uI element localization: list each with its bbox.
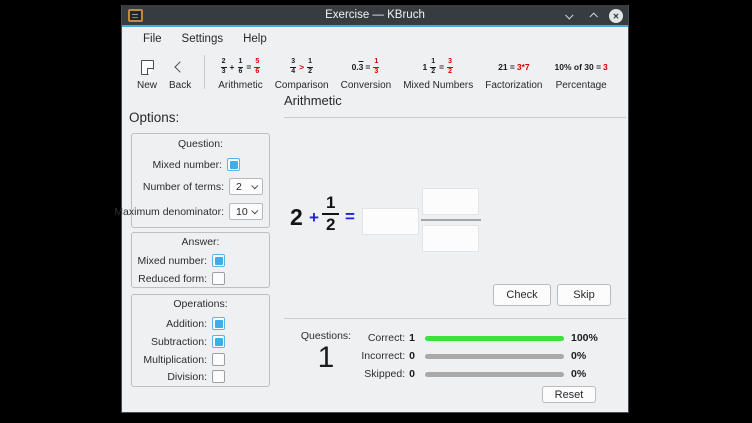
answer-fraction-bar — [421, 219, 481, 221]
toolbar-separator — [204, 55, 205, 89]
question-operator: + — [309, 208, 319, 228]
conversion-expression-icon: 0.3 = 13 — [352, 58, 381, 75]
kbruch-blackboard-icon — [128, 9, 143, 22]
incorrect-count: 0 — [409, 350, 415, 362]
correct-count: 1 — [409, 332, 415, 344]
mode-conversion-label: Conversion — [341, 80, 392, 91]
answer-numerator-input[interactable] — [422, 188, 479, 215]
question-whole-number: 2 — [290, 204, 303, 231]
question-fraction: 1 2 — [322, 193, 339, 234]
factorization-expression-icon: 21 = 3*7 — [498, 62, 530, 72]
maximum-denominator-select[interactable]: 10 — [229, 203, 263, 220]
menubar: File Settings Help — [122, 29, 628, 49]
mode-conversion-button[interactable]: 0.3 = 13 Conversion — [335, 49, 398, 95]
reduced-form-checkbox[interactable] — [212, 272, 225, 285]
mode-mixed-numbers-label: Mixed Numbers — [403, 80, 473, 91]
division-label: Division: — [167, 371, 207, 383]
reset-button[interactable]: Reset — [542, 386, 596, 403]
maximize-button[interactable] — [586, 9, 600, 23]
question-mixed-number-label: Mixed number: — [153, 159, 222, 171]
addition-label: Addition: — [166, 318, 207, 330]
subtraction-checkbox[interactable] — [212, 335, 225, 348]
correct-label: Correct: — [368, 332, 405, 344]
question-equals: = — [345, 207, 355, 227]
menu-help[interactable]: Help — [233, 31, 277, 47]
maximum-denominator-label: Maximum denominator: — [114, 206, 224, 218]
answer-mixed-number-label: Mixed number: — [138, 255, 207, 267]
check-button[interactable]: Check — [493, 284, 551, 306]
new-button[interactable]: New — [131, 49, 163, 95]
skip-button[interactable]: Skip — [557, 284, 611, 306]
incorrect-percent: 0% — [571, 350, 586, 362]
correct-percent: 100% — [571, 332, 598, 344]
answer-denominator-input[interactable] — [422, 225, 479, 252]
minimize-button[interactable] — [563, 9, 577, 23]
answer-mixed-number-checkbox[interactable] — [212, 254, 225, 267]
question-group-title: Question: — [132, 138, 269, 150]
number-of-terms-label: Number of terms: — [143, 181, 224, 193]
arithmetic-expression-icon: 23 + 16 = 56 — [220, 58, 262, 75]
skipped-label: Skipped: — [364, 368, 405, 380]
correct-progress-bar — [425, 336, 564, 341]
multiplication-checkbox[interactable] — [212, 353, 225, 366]
answer-group-title: Answer: — [132, 236, 269, 248]
question-denominator: 2 — [322, 213, 339, 235]
correct-stat-line: Correct: 1 — [284, 332, 415, 344]
menu-file[interactable]: File — [133, 31, 172, 47]
question-numerator: 1 — [322, 193, 339, 213]
incorrect-label: Incorrect: — [361, 350, 405, 362]
skipped-stat-line: Skipped: 0 — [284, 368, 415, 380]
operations-group-title: Operations: — [132, 298, 269, 310]
mode-comparison-button[interactable]: 34 > 12 Comparison — [269, 49, 335, 95]
mode-mixed-numbers-button[interactable]: 1 12 = 32 Mixed Numbers — [397, 49, 479, 95]
addition-checkbox[interactable] — [212, 317, 225, 330]
incorrect-progress-bar — [425, 354, 564, 359]
chevron-down-icon — [251, 182, 258, 189]
back-label: Back — [169, 80, 191, 91]
comparison-expression-icon: 34 > 12 — [289, 58, 314, 75]
mode-arithmetic-label: Arithmetic — [218, 80, 262, 91]
skipped-progress-bar — [425, 372, 564, 377]
question-mixed-number-checkbox[interactable] — [227, 158, 240, 171]
correct-progress-fill — [425, 336, 564, 341]
chevron-up-icon — [589, 12, 597, 20]
mode-percentage-label: Percentage — [556, 80, 607, 91]
new-label: New — [137, 80, 157, 91]
titlebar[interactable]: Exercise — KBruch ✕ — [122, 5, 628, 27]
question-groupbox: Question: Mixed number: Number of terms:… — [131, 133, 270, 228]
skipped-percent: 0% — [571, 368, 586, 380]
menu-settings[interactable]: Settings — [172, 31, 234, 47]
reduced-form-label: Reduced form: — [138, 273, 207, 285]
window-title: Exercise — KBruch — [122, 9, 628, 21]
chevron-down-icon — [565, 11, 573, 19]
multiplication-label: Multiplication: — [143, 354, 207, 366]
mode-percentage-button[interactable]: 10% of 30 = 3 Percentage — [549, 49, 614, 95]
number-of-terms-select[interactable]: 2 — [229, 178, 263, 195]
answer-groupbox: Answer: Mixed number: Reduced form: — [131, 232, 270, 288]
skipped-count: 0 — [409, 368, 415, 380]
mixed-numbers-expression-icon: 1 12 = 32 — [422, 58, 454, 75]
division-checkbox[interactable] — [212, 370, 225, 383]
title-divider — [284, 117, 626, 118]
options-heading: Options: — [129, 110, 179, 125]
mode-comparison-label: Comparison — [275, 80, 329, 91]
mode-factorization-button[interactable]: 21 = 3*7 Factorization — [479, 49, 548, 95]
close-icon: ✕ — [613, 12, 620, 21]
chevron-down-icon — [251, 207, 258, 214]
incorrect-stat-line: Incorrect: 0 — [284, 350, 415, 362]
mode-arithmetic-button[interactable]: 23 + 16 = 56 Arithmetic — [212, 49, 268, 95]
percentage-expression-icon: 10% of 30 = 3 — [555, 62, 608, 72]
chevron-left-icon — [174, 61, 185, 72]
close-button[interactable]: ✕ — [609, 9, 623, 23]
kbruch-window: Exercise — KBruch ✕ File Settings Help N… — [121, 5, 629, 413]
operations-groupbox: Operations: Addition: Subtraction: Multi… — [131, 294, 270, 387]
statistics-divider — [284, 318, 626, 319]
toolbar: New Back 23 + 16 = 56 Arithmetic 34 — [122, 49, 628, 95]
new-document-icon — [141, 60, 154, 75]
mode-factorization-label: Factorization — [485, 80, 542, 91]
back-button[interactable]: Back — [163, 49, 197, 95]
subtraction-label: Subtraction: — [151, 336, 207, 348]
answer-whole-input[interactable] — [362, 208, 419, 235]
exercise-title: Arithmetic — [284, 93, 342, 108]
